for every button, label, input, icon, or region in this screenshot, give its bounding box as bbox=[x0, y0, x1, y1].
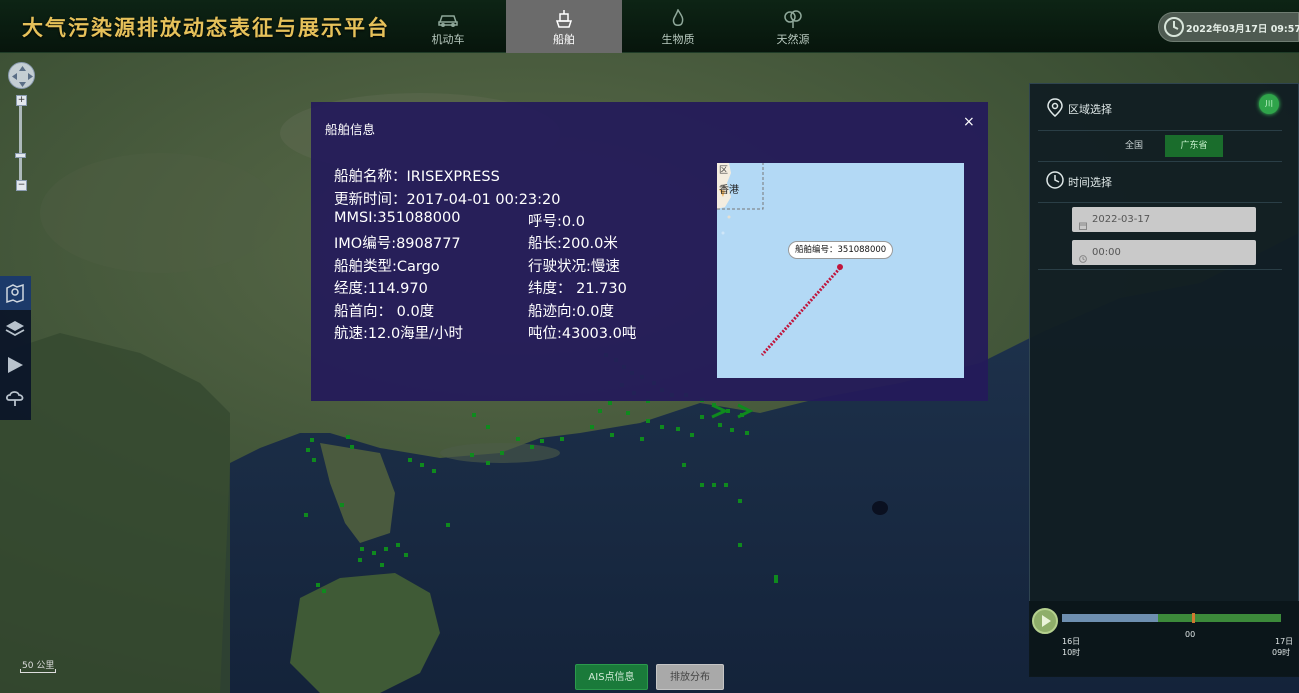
pan-control[interactable] bbox=[8, 62, 35, 89]
location-pin-icon bbox=[1045, 97, 1065, 123]
ship-length: 船长:200.0米 bbox=[528, 236, 618, 252]
tab-ship-label: 船舶 bbox=[553, 33, 575, 46]
time-heading: 时间选择 bbox=[1068, 176, 1112, 189]
tab-biomass[interactable]: 生物质 bbox=[620, 0, 736, 53]
clock-icon bbox=[1045, 169, 1065, 195]
tab-vehicle[interactable]: 机动车 bbox=[390, 0, 506, 53]
car-icon bbox=[437, 9, 459, 29]
ship-id-tooltip: 船舶编号：351088000 bbox=[788, 241, 894, 259]
sailing-status: 行驶状况:慢速 bbox=[528, 259, 620, 275]
timeline-player: 16日 10时 00 17日 09时 bbox=[1029, 601, 1299, 677]
region-guangdong-button[interactable]: 广东省 bbox=[1165, 135, 1223, 157]
zoom-out-button[interactable]: − bbox=[16, 180, 27, 191]
imo-number: IMO编号:8908777 bbox=[334, 236, 461, 252]
calendar-icon bbox=[1079, 215, 1087, 230]
ship-icon bbox=[553, 9, 575, 29]
ship-name: 船舶名称：IRISEXPRESS bbox=[334, 169, 500, 185]
timeline-start-day: 16日 bbox=[1062, 637, 1081, 646]
zoom-slider-handle[interactable] bbox=[15, 153, 26, 158]
flag-arrow-icon bbox=[8, 357, 23, 373]
heading: 船首向： 0.0度 bbox=[334, 304, 435, 320]
mmsi: MMSI:351088000 bbox=[334, 210, 461, 226]
layers-icon bbox=[5, 321, 25, 337]
course: 船迹向:0.0度 bbox=[528, 304, 614, 320]
zoom-in-button[interactable]: + bbox=[16, 95, 27, 106]
time-clock-icon bbox=[1079, 248, 1087, 263]
timeline-progress bbox=[1158, 614, 1281, 622]
tonnage: 吨位:43003.0吨 bbox=[528, 326, 637, 342]
tab-natural[interactable]: 天然源 bbox=[735, 0, 851, 53]
latitude: 纬度： 21.730 bbox=[528, 281, 627, 297]
call-sign: 呼号:0.0 bbox=[528, 214, 585, 230]
app-title: 大气污染源排放动态表征与展示平台 bbox=[22, 15, 390, 40]
tab-natural-label: 天然源 bbox=[776, 33, 810, 46]
cloud-icon bbox=[5, 391, 24, 406]
emission-distribution-button[interactable]: 排放分布 bbox=[656, 664, 724, 690]
tab-ship[interactable]: 船舶 bbox=[506, 0, 622, 53]
tab-vehicle-label: 机动车 bbox=[431, 33, 465, 46]
flame-icon bbox=[667, 8, 689, 29]
map-pin-tool-button[interactable] bbox=[0, 276, 31, 310]
region-heading: 区域选择 bbox=[1068, 103, 1112, 116]
top-header: 大气污染源排放动态表征与展示平台 机动车 船舶 生物质 天然源 2022年03月… bbox=[0, 0, 1299, 53]
datetime-display: 2022年03月17日 09:57:04 bbox=[1158, 12, 1299, 42]
date-picker-input[interactable]: 2022-03-17 bbox=[1072, 207, 1256, 232]
clock-icon bbox=[1163, 16, 1185, 42]
close-button[interactable]: × bbox=[963, 114, 975, 130]
left-toolbar bbox=[0, 276, 31, 420]
tab-biomass-label: 生物质 bbox=[661, 33, 695, 46]
ship-type: 船舶类型:Cargo bbox=[334, 259, 440, 275]
play-button[interactable] bbox=[1032, 608, 1058, 634]
timeline-mid-label: 00 bbox=[1185, 630, 1196, 639]
right-panel: 区域选择 川 全国 广东省 时间选择 2022-03-17 00:00 bbox=[1029, 83, 1299, 677]
hong-kong-label: 香港 bbox=[719, 185, 739, 196]
timeline-marker[interactable] bbox=[1192, 613, 1195, 623]
navigate-tool-button[interactable] bbox=[0, 348, 31, 382]
ais-info-button[interactable]: AIS点信息 bbox=[575, 664, 648, 690]
time-value: 00:00 bbox=[1092, 247, 1121, 258]
play-icon bbox=[1042, 615, 1051, 627]
region-toggle-button[interactable]: 川 bbox=[1259, 94, 1279, 114]
datetime-text: 2022年03月17日 09:57:04 bbox=[1186, 24, 1299, 35]
region-nationwide-button[interactable]: 全国 bbox=[1105, 135, 1163, 157]
layers-tool-button[interactable] bbox=[0, 312, 31, 346]
time-picker-input[interactable]: 00:00 bbox=[1072, 240, 1256, 265]
timeline-end-hour: 09时 bbox=[1272, 648, 1291, 657]
scale-line bbox=[20, 669, 56, 673]
timeline-start-hour: 10时 bbox=[1062, 648, 1081, 657]
map-pin-icon bbox=[6, 283, 24, 304]
tree-icon bbox=[782, 9, 804, 29]
date-value: 2022-03-17 bbox=[1092, 214, 1151, 225]
speed: 航速:12.0海里/小时 bbox=[334, 326, 464, 342]
update-time: 更新时间：2017-04-01 00:23:20 bbox=[334, 192, 561, 208]
district-label: 区 bbox=[719, 166, 729, 176]
timeline-end-day: 17日 bbox=[1275, 637, 1294, 646]
longitude: 经度:114.970 bbox=[334, 281, 428, 297]
divider bbox=[1038, 202, 1282, 203]
dialog-title: 船舶信息 bbox=[325, 122, 376, 137]
divider bbox=[1038, 161, 1282, 162]
divider bbox=[1038, 130, 1282, 131]
zoom-slider-track[interactable] bbox=[19, 100, 22, 186]
ship-track-mini-map[interactable]: 区 香港 船舶编号：351088000 bbox=[717, 163, 964, 378]
pan-arrows-icon bbox=[12, 66, 33, 87]
divider bbox=[1038, 269, 1282, 270]
weather-tool-button[interactable] bbox=[0, 382, 31, 416]
ship-info-dialog: 船舶信息 × 船舶名称：IRISEXPRESS 更新时间：2017-04-01 … bbox=[311, 102, 988, 401]
